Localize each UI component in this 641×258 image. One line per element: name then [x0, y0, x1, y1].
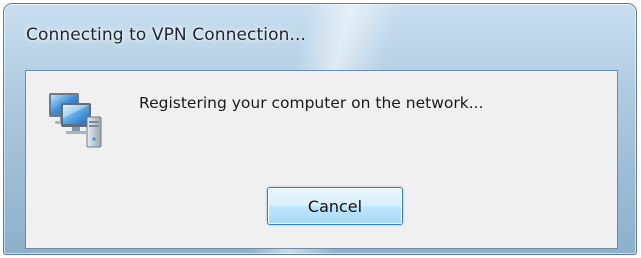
status-message: Registering your computer on the network…: [139, 94, 484, 112]
vpn-connecting-window-stage: Connecting to VPN Connection... Register…: [0, 0, 641, 258]
cancel-button[interactable]: Cancel: [267, 187, 403, 225]
window-title: Connecting to VPN Connection...: [26, 25, 306, 45]
window-frame: Connecting to VPN Connection... Register…: [3, 3, 637, 255]
network-computer-icon: [47, 89, 109, 151]
dialog-client-area: Registering your computer on the network…: [25, 70, 618, 249]
